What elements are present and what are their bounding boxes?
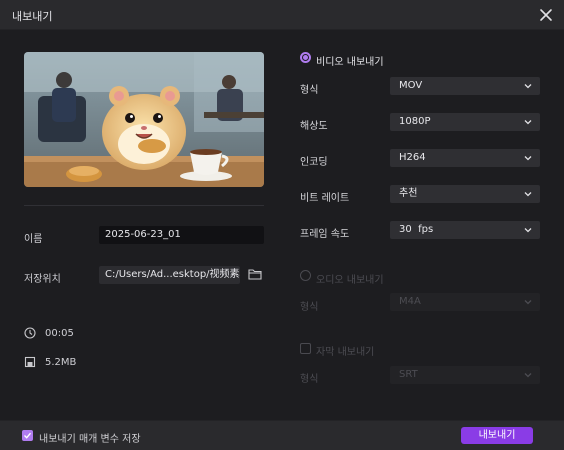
audio-format-label: 형식: [300, 302, 319, 313]
encoding-select[interactable]: H264: [390, 149, 540, 167]
subtitle-export-checkbox[interactable]: [300, 343, 311, 354]
video-format-label: 형식: [300, 85, 319, 96]
file-size-value: 5.2MB: [45, 357, 77, 368]
video-format-value: MOV: [399, 80, 423, 91]
checkmark-icon: [24, 432, 32, 439]
name-label: 이름: [24, 234, 43, 245]
save-params-checkbox[interactable]: [22, 430, 33, 441]
save-location-label: 저장위치: [24, 274, 61, 285]
title-bar: 내보내기: [0, 0, 564, 30]
chevron-down-icon: [524, 120, 532, 125]
chevron-down-icon: [524, 228, 532, 233]
file-size-icon: [24, 356, 36, 368]
export-button[interactable]: 내보내기: [461, 427, 533, 444]
chevron-down-icon: [524, 84, 532, 89]
chevron-down-icon: [524, 373, 532, 378]
video-export-label: 비디오 내보내기: [316, 57, 384, 68]
chevron-down-icon: [524, 300, 532, 305]
bitrate-select[interactable]: 추천: [390, 185, 540, 203]
bitrate-label: 비트 레이트: [300, 193, 350, 204]
subtitle-export-label: 자막 내보내기: [316, 347, 375, 358]
frame-rate-value: 30 fps: [399, 224, 434, 235]
folder-icon[interactable]: [248, 268, 262, 280]
frame-rate-select[interactable]: 30 fps: [390, 221, 540, 239]
save-params-label: 내보내기 매개 변수 저장: [39, 434, 141, 445]
chevron-down-icon: [524, 156, 532, 161]
audio-export-label: 오디오 내보내기: [316, 275, 384, 286]
resolution-label: 해상도: [300, 121, 328, 132]
encoding-label: 인코딩: [300, 157, 328, 168]
subtitle-format-label: 형식: [300, 374, 319, 385]
chevron-down-icon: [524, 192, 532, 197]
preview-divider: [24, 205, 264, 206]
frame-rate-label: 프레임 속도: [300, 229, 350, 240]
file-name-input[interactable]: 2025-06-23_01: [99, 226, 264, 244]
dialog-title: 내보내기: [12, 10, 53, 23]
close-icon[interactable]: [536, 5, 556, 25]
video-export-radio[interactable]: [300, 52, 311, 63]
resolution-select[interactable]: 1080P: [390, 113, 540, 131]
resolution-value: 1080P: [399, 116, 431, 127]
encoding-value: H264: [399, 152, 426, 163]
audio-export-radio[interactable]: [300, 270, 311, 281]
subtitle-format-select[interactable]: SRT: [390, 366, 540, 384]
duration-value: 00:05: [45, 328, 74, 339]
audio-format-value: M4A: [399, 296, 421, 307]
clock-icon: [24, 327, 36, 339]
subtitle-format-value: SRT: [399, 369, 418, 380]
dialog-footer: 내보내기 매개 변수 저장 내보내기: [0, 420, 564, 450]
bitrate-value: 추천: [399, 188, 418, 199]
save-location-field[interactable]: C:/Users/Ad...esktop/视频素材: [99, 266, 240, 284]
audio-format-select[interactable]: M4A: [390, 293, 540, 311]
video-preview-thumbnail: [24, 52, 264, 187]
video-format-select[interactable]: MOV: [390, 77, 540, 95]
